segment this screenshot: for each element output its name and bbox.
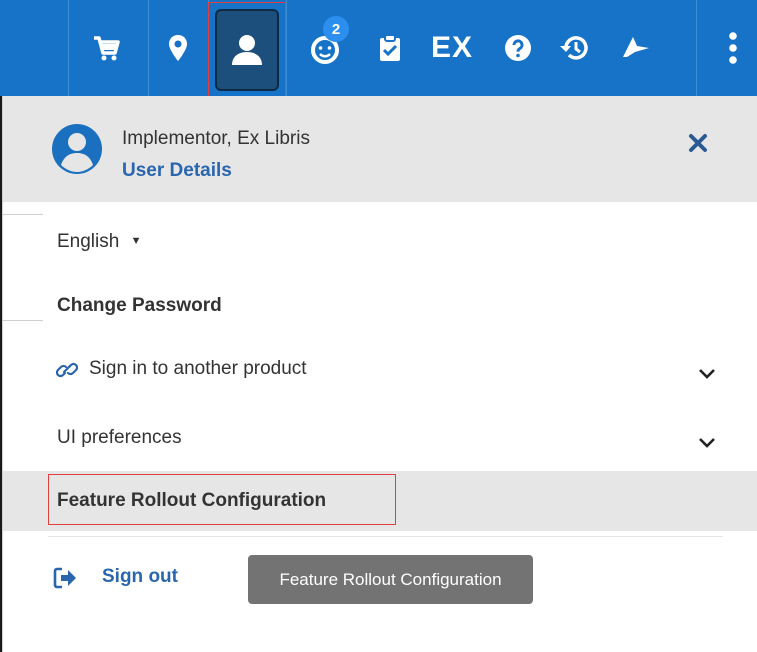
- launch-icon[interactable]: [612, 0, 660, 96]
- user-menu-button[interactable]: [215, 9, 279, 91]
- sign-out-link[interactable]: Sign out: [102, 566, 178, 588]
- feature-rollout-configuration-link[interactable]: Feature Rollout Configuration: [57, 490, 326, 512]
- toolbar-separator: [208, 0, 209, 96]
- close-icon[interactable]: [688, 133, 708, 158]
- chevron-down-icon[interactable]: [698, 436, 716, 454]
- toolbar-separator: [148, 0, 149, 96]
- ex-icon[interactable]: EX: [424, 0, 480, 96]
- menu-divider: [48, 536, 723, 537]
- tasks-icon[interactable]: [370, 0, 410, 96]
- ui-preferences[interactable]: UI preferences: [57, 427, 182, 449]
- toolbar-separator: [68, 0, 69, 96]
- user-details-link[interactable]: User Details: [122, 160, 232, 182]
- avatar-icon: [51, 123, 103, 180]
- notifications-icon[interactable]: [300, 0, 350, 96]
- user-icon: [232, 35, 262, 65]
- sign-in-another-product[interactable]: Sign in to another product: [89, 358, 307, 380]
- user-header: [3, 96, 757, 202]
- user-name: Implementor, Ex Libris: [122, 128, 310, 149]
- chevron-down-icon[interactable]: [698, 367, 716, 385]
- toolbar-separator: [696, 0, 697, 96]
- background-divider: [3, 320, 43, 321]
- language-value: English: [57, 231, 120, 252]
- tooltip: Feature Rollout Configuration: [248, 555, 533, 604]
- more-icon[interactable]: [718, 0, 748, 96]
- cart-icon[interactable]: [86, 0, 126, 96]
- sign-out-icon[interactable]: [53, 567, 77, 594]
- toolbar-separator: [286, 0, 287, 96]
- background-divider: [3, 214, 43, 215]
- ex-label: EX: [430, 31, 474, 64]
- change-password-link[interactable]: Change Password: [57, 295, 222, 317]
- notification-count-badge: 2: [323, 16, 349, 42]
- language-selector[interactable]: English ▼: [57, 231, 142, 253]
- help-icon[interactable]: [498, 0, 538, 96]
- link-icon: [55, 360, 79, 385]
- dropdown-caret-icon: ▼: [130, 235, 142, 247]
- location-icon[interactable]: [158, 0, 198, 96]
- top-toolbar: 2 EX: [0, 0, 757, 96]
- history-icon[interactable]: [552, 0, 596, 96]
